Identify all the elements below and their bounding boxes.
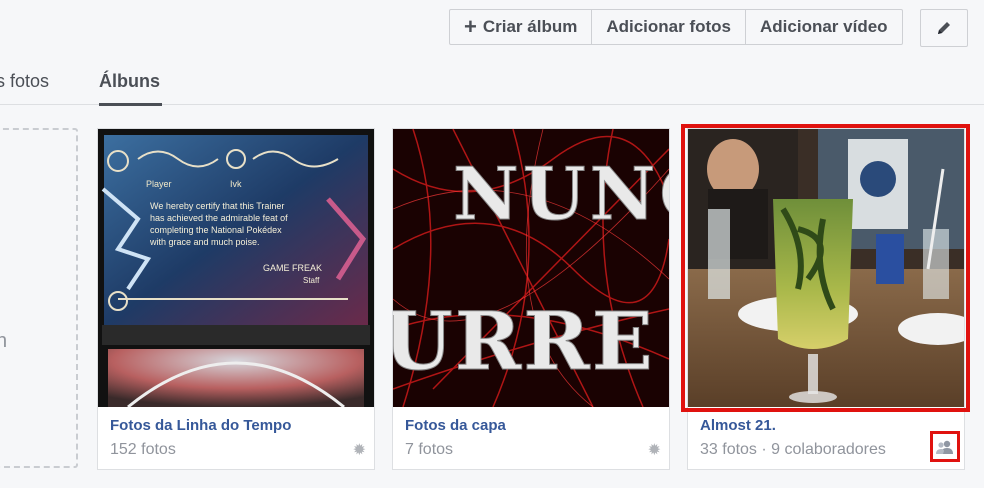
gear-icon[interactable]: ✹ xyxy=(353,440,366,460)
signature-sub: Staff xyxy=(303,276,320,285)
create-album-label: Criar álbum xyxy=(482,17,578,36)
certificate-photo: Player Ivk We hereby certify that this T… xyxy=(98,129,374,407)
tab-photos[interactable]: as fotos xyxy=(0,71,49,92)
album-thumbnail[interactable]: Player Ivk We hereby certify that this T… xyxy=(98,129,374,407)
add-photos-button[interactable]: Adicionar fotos xyxy=(592,10,747,44)
cover-text-line1: NUNC xyxy=(453,151,669,236)
gear-icon[interactable]: ✹ xyxy=(648,440,661,460)
cover-text-line2: URRE xyxy=(393,294,655,388)
certificate-line: We hereby certify that this Trainer xyxy=(150,201,284,211)
shared-album-indicator[interactable] xyxy=(930,431,960,462)
add-video-button[interactable]: Adicionar vídeo xyxy=(746,10,902,44)
tab-albums[interactable]: Álbuns xyxy=(99,71,160,92)
album-count: 152 fotos xyxy=(110,441,176,458)
highlight-box xyxy=(681,124,970,412)
certificate-line: has achieved the admirable feat of xyxy=(150,213,288,223)
album-card[interactable]: NUNC URRE Fotos da capa 7 fotos ✹ xyxy=(392,128,670,470)
album-title[interactable]: Fotos da Linha do Tempo xyxy=(110,417,291,434)
album-title[interactable]: Fotos da capa xyxy=(405,417,506,434)
edit-button[interactable] xyxy=(920,9,968,47)
people-icon xyxy=(936,440,953,454)
album-thumbnail[interactable]: NUNC URRE xyxy=(393,129,669,407)
create-album-button[interactable]: + Criar álbum xyxy=(450,10,593,44)
album-count: 7 fotos xyxy=(405,441,454,458)
player-name: Ivk xyxy=(230,179,242,189)
create-album-placeholder[interactable] xyxy=(0,128,78,468)
signature-text: GAME FREAK xyxy=(263,263,322,273)
certificate-line: completing the National Pokédex xyxy=(150,225,282,235)
album-toolbar: + Criar álbum Adicionar fotos Adicionar … xyxy=(449,9,903,45)
placeholder-text: n xyxy=(0,330,8,352)
plus-icon: + xyxy=(464,14,477,39)
pencil-icon xyxy=(938,22,950,34)
cover-photo: NUNC URRE xyxy=(393,129,669,407)
album-card[interactable]: Player Ivk We hereby certify that this T… xyxy=(97,128,375,470)
player-label: Player xyxy=(146,179,172,189)
tab-active-indicator xyxy=(99,103,162,106)
certificate-line: with grace and much poise. xyxy=(149,237,260,247)
album-title[interactable]: Almost 21. xyxy=(700,417,776,434)
album-count: 33 fotos · 9 colaboradores xyxy=(700,441,886,458)
